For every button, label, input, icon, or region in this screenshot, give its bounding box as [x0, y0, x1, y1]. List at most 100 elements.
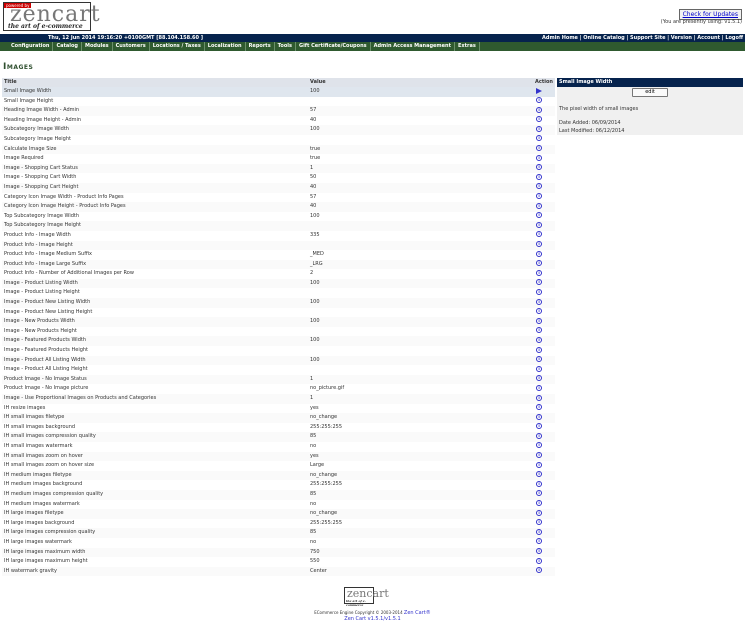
table-row[interactable]: IH small images watermark no i [2, 442, 555, 452]
info-icon[interactable]: i [536, 241, 542, 247]
row-action[interactable]: i [536, 461, 542, 471]
top-link-account[interactable]: Account [697, 35, 720, 41]
info-icon[interactable]: i [536, 327, 542, 334]
table-row[interactable]: Small Image Height i [2, 97, 555, 107]
table-row[interactable]: Image - New Products Height i [2, 327, 555, 337]
table-row[interactable]: Product Info - Image Medium Suffix _MED i [2, 250, 555, 260]
row-action[interactable]: i [536, 423, 542, 433]
row-action[interactable]: i [536, 202, 542, 212]
top-link-version[interactable]: Version [671, 35, 692, 41]
info-icon[interactable]: i [536, 106, 542, 113]
table-row[interactable]: Product Info - Image Large Suffix _LRG i [2, 259, 555, 270]
table-row[interactable]: IH small images zoom on hover yes i [2, 451, 555, 462]
row-action[interactable]: i [536, 193, 542, 203]
table-row[interactable]: Image - Featured Products Height i [2, 346, 555, 356]
table-row[interactable]: IH small images compression quality 85 i [2, 432, 555, 442]
info-icon[interactable]: i [536, 557, 542, 564]
row-action[interactable]: i [536, 183, 542, 193]
table-row[interactable]: IH large images compression quality 85 i [2, 528, 555, 538]
top-link-admin-home[interactable]: Admin Home [542, 35, 578, 41]
row-action[interactable]: i [536, 269, 542, 279]
nav-item-locations-taxes[interactable]: Locations / Taxes [150, 42, 205, 51]
table-row[interactable]: IH small images zoom on hover size Large i [2, 461, 555, 471]
info-icon[interactable]: i [536, 116, 542, 123]
info-icon[interactable]: i [536, 298, 542, 305]
info-icon[interactable]: i [536, 356, 542, 363]
table-row[interactable]: IH medium images watermark no i [2, 500, 555, 510]
table-row[interactable]: IH large images maximum width 750 i [2, 547, 555, 558]
info-icon[interactable]: i [536, 384, 542, 391]
info-icon[interactable]: i [536, 452, 542, 459]
row-action[interactable]: i [536, 250, 542, 260]
nav-item-admin-access-management[interactable]: Admin Access Management [371, 42, 455, 51]
info-icon[interactable]: i [536, 413, 542, 420]
table-row[interactable]: Heading Image Width - Admin 57 i [2, 106, 555, 116]
table-row[interactable]: Category Icon Image Width - Product Info… [2, 193, 555, 203]
row-action[interactable]: i [536, 557, 542, 567]
nav-item-gift-certificate-coupons[interactable]: Gift Certificate/Coupons [296, 42, 371, 51]
table-row[interactable]: Image - New Products Width 100 i [2, 317, 555, 327]
info-icon[interactable]: i [536, 480, 542, 487]
table-row[interactable]: Small Image Width 100 [2, 87, 555, 97]
nav-item-extras[interactable]: Extras [455, 42, 480, 51]
table-row[interactable]: Top Subcategory Image Width 100 i [2, 212, 555, 222]
row-action[interactable]: i [536, 317, 542, 327]
info-icon[interactable]: i [536, 394, 542, 401]
footer-version-link[interactable]: Zen Cart v1.5.1/v1.5.1 [344, 616, 400, 622]
info-icon[interactable]: i [536, 154, 542, 161]
info-icon[interactable]: i [536, 423, 542, 430]
footer-logo[interactable]: zencart the art of e-commerce [344, 587, 389, 607]
info-icon[interactable]: i [536, 260, 542, 267]
info-icon[interactable]: i [536, 193, 542, 200]
table-row[interactable]: IH large images filetype no_change i [2, 509, 555, 519]
top-link-online-catalog[interactable]: Online Catalog [583, 35, 624, 41]
nav-item-configuration[interactable]: Configuration [8, 42, 54, 51]
row-action[interactable]: i [536, 538, 542, 548]
table-row[interactable]: IH large images background 255:255:255 i [2, 519, 555, 529]
table-row[interactable]: Product Image - No Image Status 1 i [2, 374, 555, 385]
info-icon[interactable]: i [536, 212, 542, 219]
row-action[interactable]: i [536, 365, 542, 375]
table-row[interactable]: Image - Product All Listing Height i [2, 365, 555, 375]
table-row[interactable]: Image - Product Listing Width 100 i [2, 278, 555, 289]
info-icon[interactable]: i [536, 250, 542, 257]
row-action[interactable]: i [536, 490, 542, 500]
row-action[interactable]: i [536, 442, 542, 452]
table-row[interactable]: IH large images maximum height 550 i [2, 557, 555, 567]
row-action[interactable]: i [536, 375, 542, 385]
table-row[interactable]: Image - Shopping Cart Width 50 i [2, 173, 555, 183]
nav-item-modules[interactable]: Modules [82, 42, 113, 51]
table-row[interactable]: Top Subcategory Image Height i [2, 221, 555, 231]
row-action[interactable]: i [536, 288, 542, 298]
table-row[interactable]: IH resize images yes i [2, 404, 555, 414]
row-action[interactable]: i [536, 164, 542, 174]
selected-arrow-icon[interactable] [536, 87, 542, 94]
row-action[interactable]: i [536, 528, 542, 538]
nav-item-tools[interactable]: Tools [275, 42, 296, 51]
info-icon[interactable]: i [536, 279, 542, 286]
row-action[interactable]: i [536, 548, 542, 558]
table-row[interactable]: Product Info - Image Width 335 i [2, 231, 555, 241]
info-icon[interactable]: i [536, 528, 542, 535]
zencart-logo[interactable]: powered by zencart the art of e-commerce [3, 2, 100, 31]
row-action[interactable]: i [536, 394, 542, 404]
table-row[interactable]: IH small images filetype no_change i [2, 413, 555, 423]
row-action[interactable]: i [536, 241, 542, 251]
row-action[interactable]: i [536, 116, 542, 126]
row-action[interactable]: i [536, 279, 542, 289]
table-row[interactable]: IH small images background 255:255:255 i [2, 423, 555, 433]
row-action[interactable]: i [536, 519, 542, 529]
table-row[interactable]: Calculate Image Size true i [2, 144, 555, 155]
table-row[interactable]: IH medium images background 255:255:255 i [2, 480, 555, 490]
row-action[interactable]: i [536, 452, 542, 462]
top-link-logoff[interactable]: Logoff [725, 35, 743, 41]
row-action[interactable]: i [536, 260, 542, 270]
row-action[interactable]: i [536, 346, 542, 356]
row-action[interactable]: i [536, 125, 542, 135]
nav-item-customers[interactable]: Customers [113, 42, 150, 51]
row-action[interactable]: i [536, 298, 542, 308]
info-icon[interactable]: i [536, 365, 542, 372]
row-action[interactable]: i [536, 212, 542, 222]
info-icon[interactable]: i [536, 567, 542, 574]
table-row[interactable]: IH watermark gravity Center i [2, 566, 555, 577]
